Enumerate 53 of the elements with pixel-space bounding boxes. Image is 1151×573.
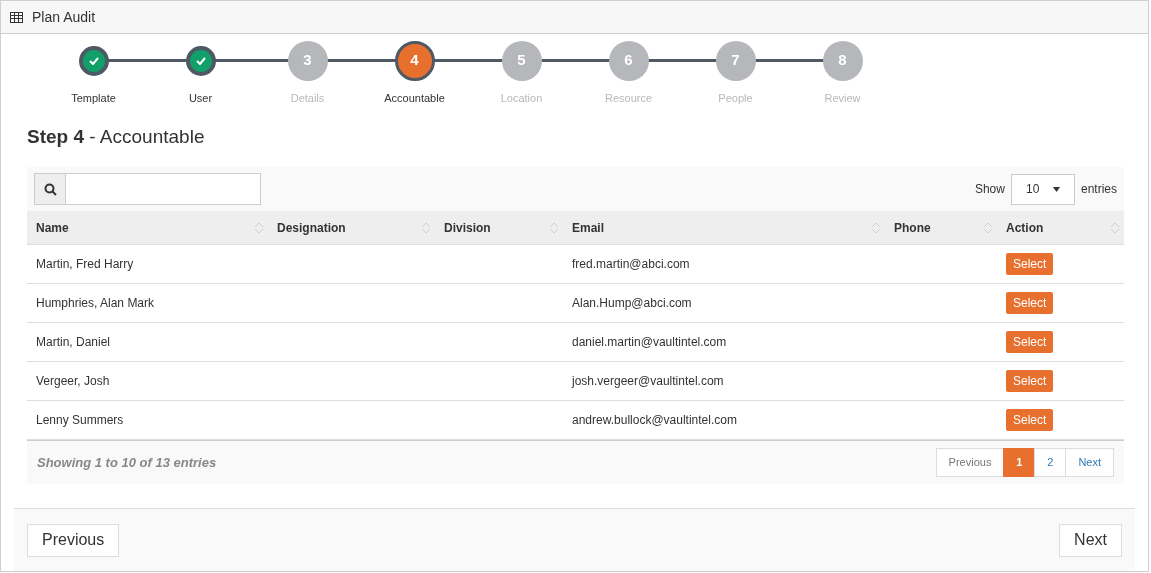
column-header[interactable]: Designation <box>268 211 435 244</box>
step-label: Location <box>500 91 543 106</box>
table-cell: fred.martin@abci.com <box>572 257 690 271</box>
table-cell: Martin, Fred Harry <box>36 257 134 271</box>
dropdown-caret-icon <box>1052 186 1060 192</box>
step-heading: Step 4 - Accountable <box>27 126 205 147</box>
column-header[interactable]: Division <box>435 211 563 244</box>
sort-icon <box>1110 220 1120 235</box>
select-button[interactable]: Select <box>1006 292 1054 314</box>
previous-button[interactable]: Previous <box>27 523 120 557</box>
column-header[interactable]: Action <box>997 211 1124 244</box>
check-icon <box>88 56 99 65</box>
select-button[interactable]: Select <box>1006 409 1054 431</box>
table-icon <box>10 11 23 23</box>
sort-icon <box>421 220 431 235</box>
table-cell: daniel.martin@vaultintel.com <box>572 335 727 349</box>
step-label: Accountable <box>384 91 445 106</box>
entries-select[interactable]: 10 <box>1010 173 1075 205</box>
column-header[interactable]: Email <box>563 211 885 244</box>
search-field[interactable] <box>34 173 261 205</box>
table-cell: Humphries, Alan Mark <box>36 296 155 310</box>
step-label: User <box>188 91 213 106</box>
select-button[interactable]: Select <box>1006 331 1054 353</box>
previous-page-button[interactable]: Previous <box>935 448 1005 477</box>
sort-icon <box>254 220 264 235</box>
step-label: Details <box>290 91 325 106</box>
table-cell: Martin, Daniel <box>36 335 111 349</box>
sort-icon <box>549 220 559 235</box>
sort-icon <box>983 220 993 235</box>
step-label: People <box>718 91 753 106</box>
column-header[interactable]: Name <box>27 211 268 244</box>
show-label: Show <box>974 181 1005 198</box>
check-icon <box>195 56 206 65</box>
entries-info: Showing 1 to 10 of 13 entries <box>37 453 217 472</box>
table-cell: andrew.bullock@vaultintel.com <box>572 413 737 427</box>
step-label: Resource <box>604 91 653 106</box>
sort-icon <box>871 220 881 235</box>
select-button[interactable]: Select <box>1006 370 1054 392</box>
step-label: Review <box>824 91 861 106</box>
search-icon <box>43 182 57 196</box>
table-cell: Vergeer, Josh <box>36 374 110 388</box>
next-button[interactable]: Next <box>1059 523 1122 557</box>
table-cell: Lenny Summers <box>36 413 124 427</box>
page-button[interactable]: 1 <box>1003 448 1036 477</box>
window-title: Plan Audit <box>32 7 96 27</box>
select-button[interactable]: Select <box>1006 253 1054 275</box>
step-label: Template <box>71 91 116 106</box>
column-header[interactable]: Phone <box>885 211 997 244</box>
entries-label: entries <box>1080 181 1117 198</box>
page-button[interactable]: 2 <box>1034 448 1067 477</box>
table-cell: josh.vergeer@vaultintel.com <box>572 374 724 388</box>
table-cell: Alan.Hump@abci.com <box>572 296 692 310</box>
next-page-button[interactable]: Next <box>1065 448 1114 477</box>
